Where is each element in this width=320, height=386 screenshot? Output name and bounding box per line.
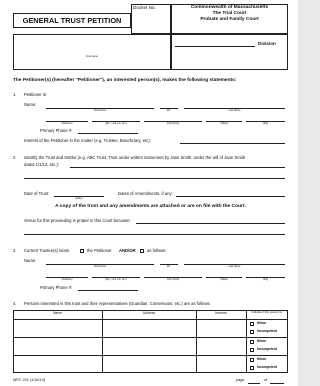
petitioner-zip-caption: (Zip) [262,122,269,125]
row2-incompetent-checkbox[interactable] [250,348,254,352]
petitioner-interest-label: Interest of the Petitioner in the matter… [24,138,151,143]
trustee-phone-label: Primary Phone #: [40,285,73,290]
intro-statement: The Petitioner(s) (hereafter "Petitioner… [13,78,237,83]
trustee-apt-caption: (Apt., Unit, No. etc.) [105,278,127,281]
col-header-name: Name [52,311,63,315]
petitioner-apt-caption: (Apt., Unit, No. etc.) [105,122,127,125]
date-of-trust-label: Date of Trust: [24,191,50,196]
trustee-mi-caption: M.I. [166,265,172,268]
row3-minor-checkbox[interactable] [250,358,254,362]
row3-incompetent-label: Incompetent [257,365,278,369]
trust-identity-line-1[interactable] [70,167,285,168]
petitioner-name-label: Name: [24,102,37,107]
petitioner-interest-line[interactable] [180,143,285,144]
of-label: of [264,378,268,382]
row2-minor-checkbox[interactable] [250,340,254,344]
trustee-is-petitioner-label: the Petitioner [87,248,112,253]
section3-number: 3. [13,248,17,253]
trustee-address-caption: (Address) [61,278,73,281]
form-code: MPC 201 (1/16/13) [13,378,46,382]
col-header-interest: Interest [215,311,227,315]
row1-minor-label: Minor [257,321,267,325]
row3-incompetent-checkbox[interactable] [250,366,254,370]
trustee-first-name-caption: First Name [93,265,107,268]
trustee-phone-line[interactable] [78,290,138,291]
petitioner-mi-caption: M.I. [166,109,172,112]
row1-incompetent-checkbox[interactable] [250,330,254,334]
venue-label: Venue for this proceeding is proper in t… [24,218,131,223]
section4-text: Persons interested in this trust and the… [24,301,211,306]
section2-text-line1: Identify the Trust and Settlor (e.g. ABC… [24,155,246,160]
col-header-status: Indicate if this person is: [251,310,283,314]
trust-name-field[interactable] [13,34,171,70]
col-header-address: Address [142,311,156,315]
petitioner-last-name-caption: Last Name [228,109,241,112]
section2-text-line2: dated 1/1/12, etc.): [24,162,59,167]
trustee-as-follows-checkbox[interactable] [140,249,144,253]
date-of-trust-caption: (Date) [75,197,83,200]
trustee-as-follows-label: as follows: [147,248,167,253]
trustee-last-name-caption: Last Name [228,265,241,268]
andor-label: AND/OR [119,248,136,253]
trust-identity-line-2[interactable] [24,178,285,179]
form-title: GENERAL TRUST PETITION [22,16,122,25]
division-field[interactable] [171,34,288,70]
page-total-line[interactable] [270,383,284,384]
division-line [175,46,255,47]
docket-label: Docket No. [133,5,156,10]
petitioner-phone-label: Primary Phone #: [40,128,73,133]
petitioner-state-caption: (State) [220,122,228,125]
petitioner-phone-line[interactable] [78,133,138,134]
trust-name-caption: trust name [86,55,98,58]
row1-incompetent-label: Incompetent [257,329,278,333]
trustee-name-label: Name: [24,258,37,263]
page-label: page [236,378,245,382]
petitioner-first-name-caption: First Name [93,109,107,112]
section1-number: 1. [13,92,17,97]
trustee-is-petitioner-checkbox[interactable] [80,249,84,253]
row3-minor-label: Minor [257,357,267,361]
court-line-3: Probate and Family Court [200,17,259,22]
row2-minor-label: Minor [257,339,267,343]
venue-line-2[interactable] [24,234,285,235]
venue-line-1[interactable] [136,223,285,224]
petitioner-address-caption: (Address) [61,122,73,125]
page-number-line[interactable] [248,383,260,384]
trustee-city-caption: (City/Town) [166,278,180,281]
petitioner-city-caption: (City/Town) [166,122,180,125]
copy-statement: A copy of the trust and any amendments a… [55,204,246,209]
trust-petition-form: GENERAL TRUST PETITION Docket No. Common… [0,0,298,386]
division-label: Division [258,41,276,46]
current-trustees-text: Current Trustee(s) is/are [24,248,70,253]
section4-number: 4. [13,301,17,306]
table-header-rule [13,319,288,320]
table-row-rule-2 [13,355,288,356]
amendments-label: Dates of Amendments, if any: [118,191,173,196]
row2-incompetent-label: Incompetent [257,347,278,351]
amendments-line[interactable] [176,196,285,197]
trustee-state-caption: (State) [220,278,228,281]
trustee-zip-caption: (Zip) [262,278,269,281]
table-row-rule-1 [13,337,288,338]
section1-heading: Petitioner is: [24,92,48,97]
section2-number: 2. [13,155,17,160]
row1-minor-checkbox[interactable] [250,322,254,326]
